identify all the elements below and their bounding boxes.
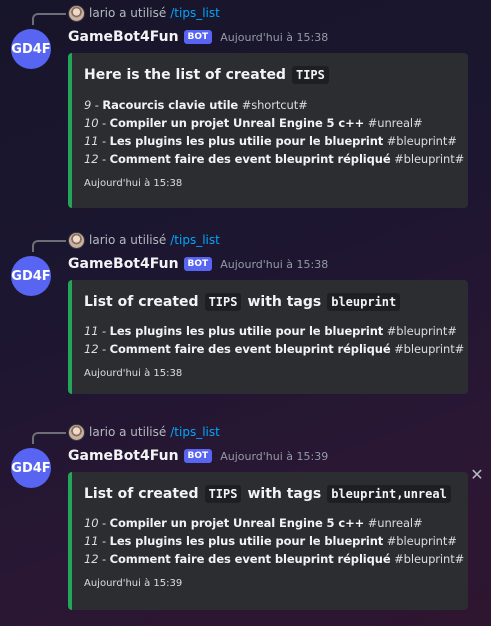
user-avatar[interactable] — [68, 4, 85, 22]
bot-badge: BOT — [183, 30, 213, 44]
reply-action: a utilisé — [119, 6, 167, 20]
bot-username[interactable]: GameBot4Fun — [68, 256, 179, 272]
reply-user[interactable]: lario — [89, 425, 115, 439]
list-item: 9 - Racourcis clavie utile #shortcut# — [84, 98, 308, 112]
list-item: 10 - Compiler un projet Unreal Engine 5 … — [84, 116, 423, 130]
bot-avatar[interactable]: GD4F — [11, 256, 51, 296]
reply-user[interactable]: lario — [89, 6, 115, 20]
command-link[interactable]: /tips_list — [170, 6, 220, 20]
reply-user[interactable]: lario — [89, 233, 115, 247]
reply-action: a utilisé — [119, 425, 167, 439]
reply-context[interactable]: lario a utilisé /tips_list — [68, 231, 220, 249]
reply-context[interactable]: lario a utilisé /tips_list — [68, 4, 220, 22]
reply-action: a utilisé — [119, 233, 167, 247]
bot-badge: BOT — [183, 257, 213, 271]
message-header: GameBot4Fun BOT Aujourd'hui à 15:38 — [68, 27, 328, 47]
embed-title: List of created TIPS with tags bleuprint — [84, 293, 406, 311]
list-item: 12 - Comment faire des event bleuprint r… — [84, 342, 465, 356]
bot-username[interactable]: GameBot4Fun — [68, 448, 179, 464]
message-header: GameBot4Fun BOT Aujourd'hui à 15:39 — [68, 446, 328, 466]
reply-connector — [32, 432, 66, 444]
embed: List of created TIPS with tags bleuprint… — [68, 280, 468, 394]
user-avatar[interactable] — [68, 423, 85, 441]
list-item: 12 - Comment faire des event bleuprint r… — [84, 552, 465, 566]
timestamp: Aujourd'hui à 15:39 — [220, 449, 329, 463]
reply-connector — [32, 13, 66, 25]
command-link[interactable]: /tips_list — [170, 233, 220, 247]
embed-title: Here is the list of created TIPS — [84, 66, 335, 84]
list-item: 10 - Compiler un projet Unreal Engine 5 … — [84, 516, 423, 530]
title-code: TIPS — [204, 293, 242, 311]
title-code: TIPS — [204, 485, 242, 503]
title-code-tags: bleuprint,unreal — [327, 485, 451, 503]
embed-footer: Aujourd'hui à 15:38 — [84, 178, 183, 189]
embed-title: List of created TIPS with tags bleuprint… — [84, 485, 457, 503]
reply-connector — [32, 240, 66, 252]
bot-avatar[interactable]: GD4F — [11, 29, 51, 69]
message-header: GameBot4Fun BOT Aujourd'hui à 15:38 — [68, 254, 328, 274]
bot-avatar[interactable]: GD4F — [11, 448, 51, 488]
timestamp: Aujourd'hui à 15:38 — [220, 257, 329, 271]
title-code: TIPS — [291, 66, 329, 84]
list-item: 11 - Les plugins les plus utilie pour le… — [84, 134, 457, 148]
bot-username[interactable]: GameBot4Fun — [68, 29, 179, 45]
list-item: 11 - Les plugins les plus utilie pour le… — [84, 534, 457, 548]
close-icon[interactable]: ✕ — [469, 467, 485, 483]
embed-footer: Aujourd'hui à 15:39 — [84, 578, 183, 589]
user-avatar[interactable] — [68, 231, 85, 249]
embed: Here is the list of created TIPS 9 - Rac… — [68, 53, 468, 208]
bot-badge: BOT — [183, 449, 213, 463]
embed: List of created TIPS with tags bleuprint… — [68, 472, 468, 610]
list-item: 12 - Comment faire des event bleuprint r… — [84, 152, 465, 166]
title-code-tags: bleuprint — [327, 293, 401, 311]
list-item: 11 - Les plugins les plus utilie pour le… — [84, 324, 457, 338]
embed-footer: Aujourd'hui à 15:38 — [84, 368, 183, 379]
reply-context[interactable]: lario a utilisé /tips_list — [68, 423, 220, 441]
timestamp: Aujourd'hui à 15:38 — [220, 30, 329, 44]
command-link[interactable]: /tips_list — [170, 425, 220, 439]
